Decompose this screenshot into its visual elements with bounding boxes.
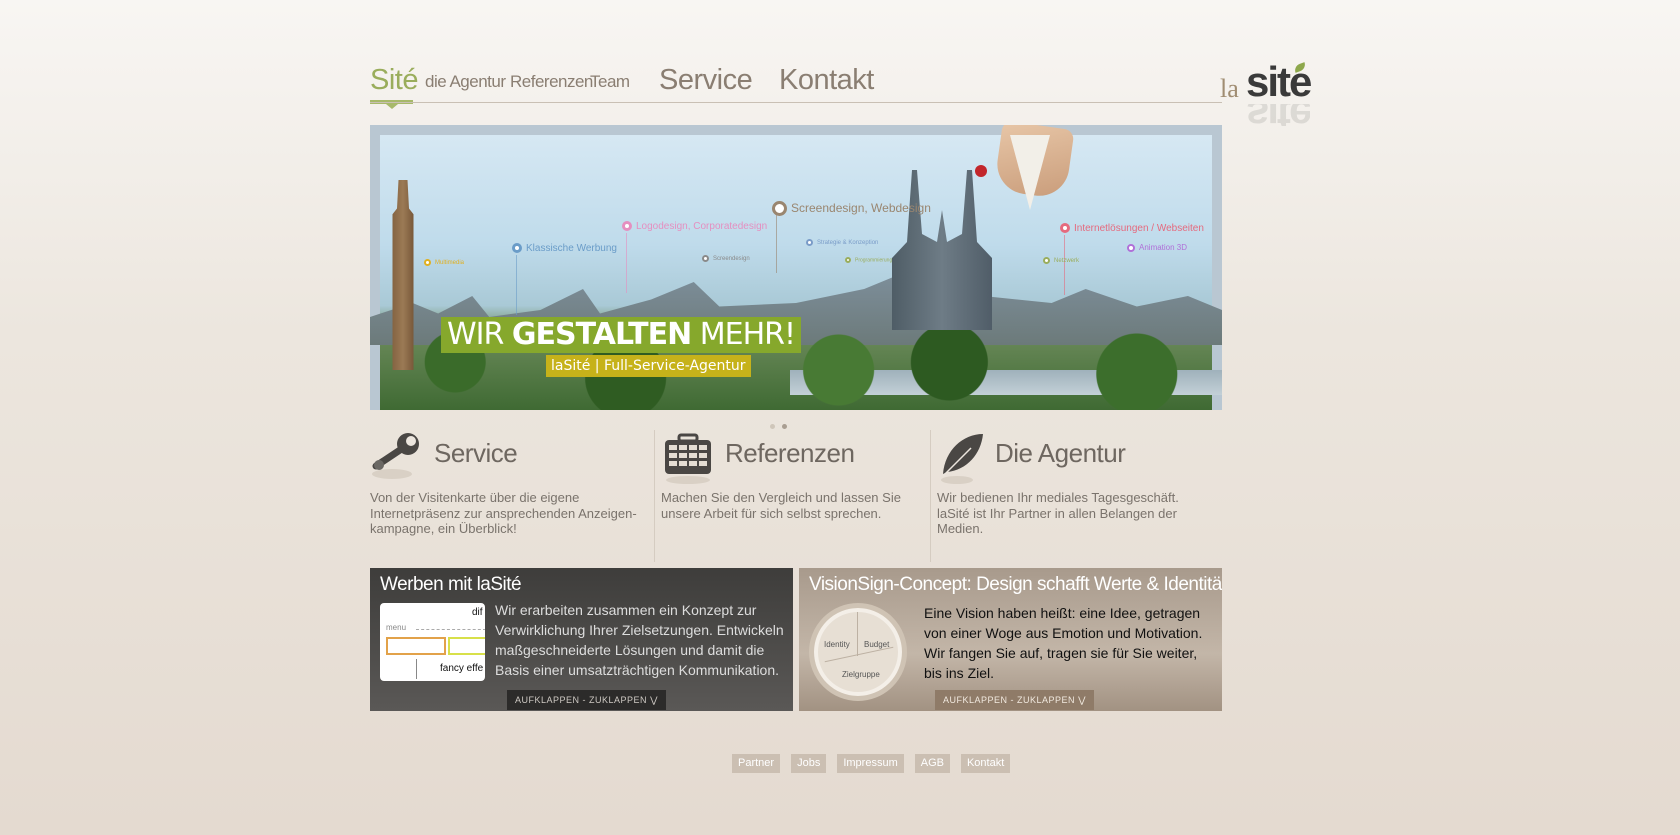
nav-agentur[interactable]: die Agentur bbox=[425, 72, 506, 92]
nav-site[interactable]: Sité bbox=[370, 64, 418, 97]
briefcase-icon bbox=[665, 433, 711, 484]
hero-tag-multimedia: Multimedia bbox=[424, 259, 464, 266]
footer-link-jobs[interactable]: Jobs bbox=[791, 754, 827, 773]
teaser-agentur-title: Die Agentur bbox=[995, 438, 1126, 468]
lasite-logo[interactable]: la site site bbox=[1220, 58, 1312, 126]
nav-kontakt[interactable]: Kontakt bbox=[779, 64, 874, 97]
nav-service[interactable]: Service bbox=[659, 64, 753, 97]
teaser-service[interactable]: Service Von der Visitenkarte über die ei… bbox=[370, 430, 640, 562]
leaf-icon bbox=[941, 434, 983, 484]
teaser-referenzen[interactable]: Referenzen Machen Sie den Vergleich und … bbox=[654, 430, 924, 562]
logo-la: la bbox=[1220, 74, 1239, 103]
hero-tag-klassisch: Klassische Werbung bbox=[512, 243, 617, 315]
hero-slider[interactable]: Screendesign, Webdesign Logodesign, Corp… bbox=[370, 125, 1222, 410]
slider-dot-2[interactable] bbox=[782, 424, 787, 429]
hero-tag-animation: Animation 3D bbox=[1127, 243, 1187, 252]
werben-box-text: Wir erarbeiten zusammen ein Konzept zur … bbox=[495, 602, 784, 678]
footer-link-kontakt[interactable]: Kontakt bbox=[960, 754, 1011, 773]
logo-reflection: site bbox=[1246, 104, 1310, 126]
teaser-referenzen-text: Machen Sie den Vergleich und lassen Sie … bbox=[661, 490, 901, 521]
hero-tag-screendesign-small: Screendesign bbox=[702, 255, 750, 262]
footer-link-agb[interactable]: AGB bbox=[914, 754, 950, 773]
vision-box-title: VisionSign-Concept: Design schafft Werte… bbox=[809, 574, 1222, 595]
vision-toggle-button[interactable]: AUFKLAPPEN - ZUKLAPPEN ⋁ bbox=[935, 690, 1094, 710]
nav-active-arrow bbox=[386, 104, 398, 109]
hero-tag-strategie: Strategie & Konzeption bbox=[806, 239, 878, 246]
hero-cherry bbox=[975, 165, 987, 177]
nav-team[interactable]: Team bbox=[590, 72, 630, 92]
werben-toggle-button[interactable]: AUFKLAPPEN - ZUKLAPPEN ⋁ bbox=[507, 690, 666, 710]
footer-links: Partner Jobs Impressum AGB Kontakt bbox=[732, 753, 1021, 773]
teaser-agentur[interactable]: Die Agentur Wir bedienen Ihr mediales Ta… bbox=[930, 430, 1200, 562]
slider-dot-1[interactable] bbox=[770, 424, 775, 429]
nav-divider bbox=[370, 102, 1222, 103]
hero-tag-screendesign: Screendesign, Webdesign bbox=[772, 201, 931, 273]
hero-tag-internet: Internetlösungen / Webseiten bbox=[1060, 223, 1204, 295]
werben-mockup-image: dif menu fancy effe bbox=[380, 603, 485, 681]
footer-link-partner[interactable]: Partner bbox=[732, 754, 781, 773]
teaser-agentur-text: Wir bedienen Ihr mediales Tagesgeschäft.… bbox=[937, 490, 1179, 536]
hero-subline: laSité | Full-Service-Agentur bbox=[546, 355, 751, 377]
chevron-down-icon: ⋁ bbox=[650, 695, 658, 705]
page: Sité die Agentur Referenzen Team Service… bbox=[370, 0, 1222, 835]
hero-tag-programmierung: Programmierung bbox=[845, 257, 892, 263]
footer-link-impressum[interactable]: Impressum bbox=[837, 754, 904, 773]
nav-referenzen[interactable]: Referenzen bbox=[510, 72, 593, 92]
chevron-down-icon: ⋁ bbox=[1078, 695, 1086, 705]
wrench-icon bbox=[372, 433, 419, 479]
vision-wheel-diagram: Identity Budget Zielgruppe bbox=[809, 603, 907, 701]
vision-box-text: Eine Vision haben heißt: eine Idee, getr… bbox=[924, 605, 1203, 681]
teaser-service-title: Service bbox=[434, 438, 518, 468]
main-nav: Sité die Agentur Referenzen Team Service… bbox=[370, 62, 1222, 109]
vision-box: VisionSign-Concept: Design schafft Werte… bbox=[799, 568, 1222, 711]
hero-tag-netzwerk: Netzwerk bbox=[1043, 257, 1079, 264]
teaser-referenzen-title: Referenzen bbox=[725, 438, 855, 468]
hero-tag-logodesign: Logodesign, Corporatedesign bbox=[622, 221, 767, 293]
werben-box: Werben mit laSité dif menu fancy effe Wi… bbox=[370, 568, 793, 711]
hero-headline: WIR GESTALTEN MEHR! bbox=[441, 317, 802, 353]
werben-box-title: Werben mit laSité bbox=[380, 574, 522, 595]
teaser-service-text: Von der Visitenkarte über die eigene Int… bbox=[370, 490, 637, 536]
